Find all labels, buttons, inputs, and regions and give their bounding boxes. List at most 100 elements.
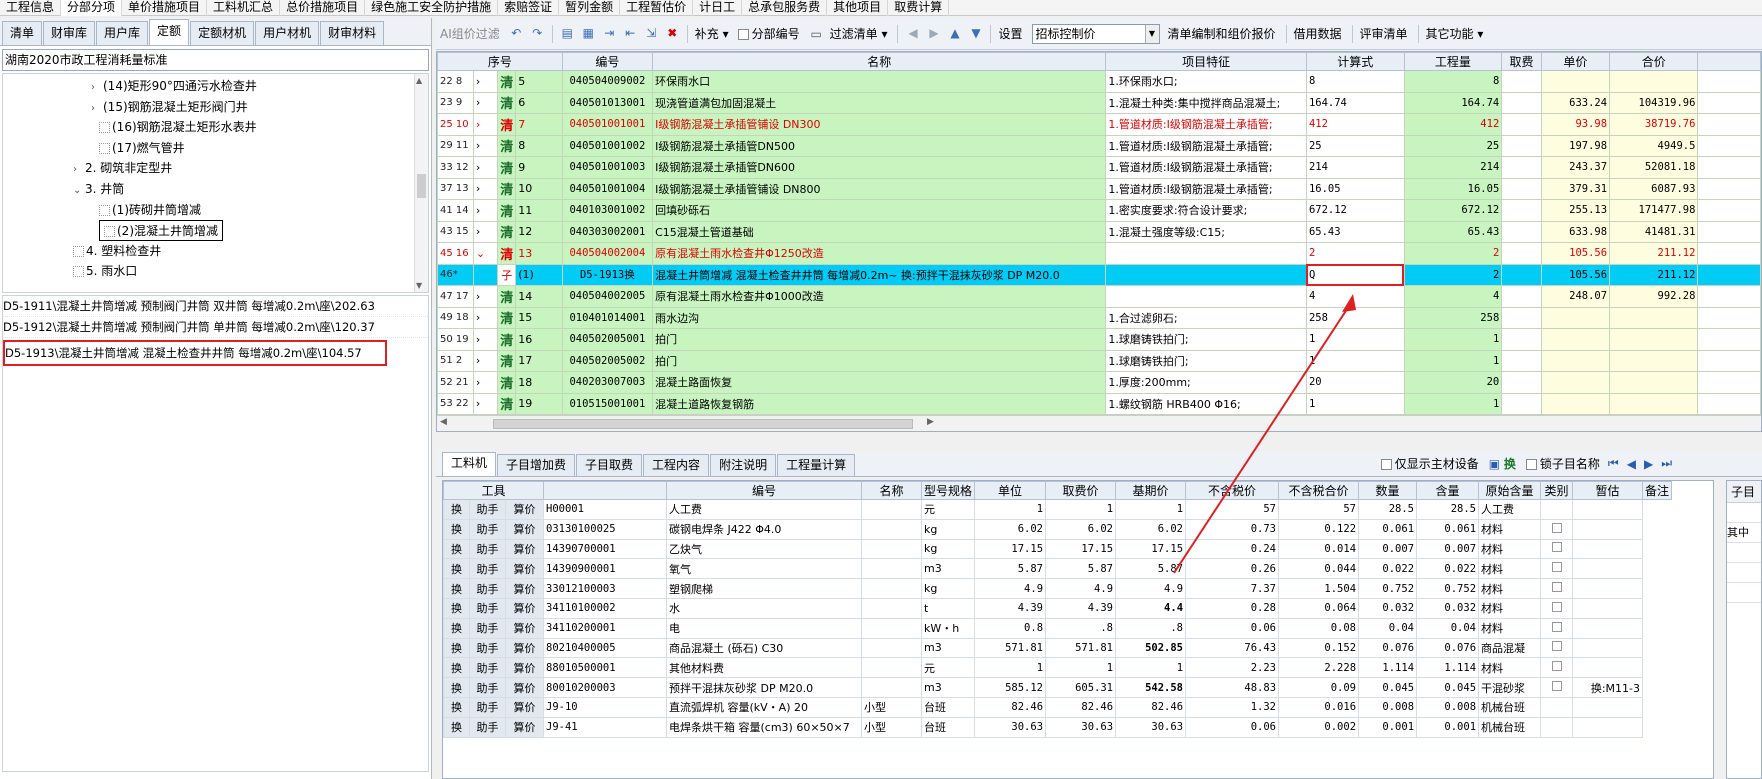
quota-list-item[interactable]: D5-1913\混凝土井筒增减 混凝土检查井井筒 每增减0.2m\座\104.5…	[3, 340, 387, 366]
resource-name[interactable]: 人工费	[666, 499, 862, 520]
formula-cell[interactable]: 65.43	[1305, 220, 1405, 243]
chevron-down-icon[interactable]: ⌄	[73, 180, 85, 201]
resource-row[interactable]: 换助手 算价 14390900001 氧气 m3 5.87 5.87 5.87 0.26 0.04…	[443, 558, 1672, 580]
swap-resource-button[interactable]: 换	[443, 677, 470, 698]
resource-spec[interactable]	[861, 578, 922, 599]
item-name[interactable]: 环保雨水口	[652, 70, 1107, 93]
item-code[interactable]: 040501001002	[561, 134, 654, 157]
fee-price[interactable]: 4.9	[974, 578, 1047, 599]
chevron-right-icon[interactable]: ›	[91, 77, 103, 98]
item-name[interactable]: 雨水边沟	[652, 306, 1107, 329]
quota-list-item[interactable]: D5-1912\混凝土井筒增减 预制阀门井筒 单井筒 每增减0.2m\座\120…	[3, 317, 428, 338]
top-menu-item[interactable]: 总承包服务费	[742, 0, 828, 16]
fee-cell[interactable]	[1501, 392, 1542, 415]
resource-content[interactable]: 0.04	[1358, 617, 1418, 639]
fee-cell[interactable]	[1501, 156, 1542, 179]
provisional-cell[interactable]	[1540, 637, 1574, 659]
price-excl-tax[interactable]: .8	[1115, 617, 1187, 639]
resource-name[interactable]: 商品混凝土 (砾石) C30	[666, 637, 862, 659]
quantity-cell[interactable]: 25	[1403, 134, 1503, 157]
resource-note[interactable]	[1572, 716, 1644, 738]
bill-hscrollbar[interactable]: ◀ ▶	[437, 415, 1761, 431]
resource-code[interactable]: 34110200001	[543, 617, 667, 639]
tree-node[interactable]: › 2. 砌筑非定型井	[73, 158, 172, 179]
resource-row[interactable]: 换助手 算价 14390700001 乙炔气 kg 17.15 17.15 17.15 0.24…	[443, 538, 1672, 560]
resource-note[interactable]	[1572, 597, 1644, 619]
resource-row[interactable]: 换助手 算价 80210400005 商品混凝土 (砾石) C30 m3 571.81 57…	[443, 637, 1672, 659]
helper-button[interactable]: 助手	[469, 597, 506, 619]
helper-button[interactable]: 助手	[469, 578, 506, 599]
arrow-left-icon[interactable]: ◀	[905, 26, 920, 41]
resource-spec[interactable]	[861, 558, 922, 580]
left-tab[interactable]: 财审库	[43, 21, 96, 45]
provisional-cell[interactable]	[1540, 538, 1574, 560]
item-code[interactable]: 040501001003	[561, 156, 654, 179]
formula-cell[interactable]: 25	[1305, 134, 1405, 157]
fee-cell[interactable]	[1501, 220, 1542, 243]
undo-icon[interactable]: ↶	[509, 26, 524, 41]
item-name[interactable]: Ⅰ级钢筋混凝土承插管DN500	[652, 134, 1107, 157]
bill-row[interactable]: 43 15 › 清 12 040303002001 C15混凝土管道基础 1.混凝土强度等级…	[437, 220, 1761, 243]
helper-button[interactable]: 助手	[469, 637, 506, 659]
resource-content[interactable]: 0.076	[1358, 637, 1418, 659]
item-code[interactable]: 040103001002	[561, 199, 654, 222]
resource-spec[interactable]: 小型	[861, 716, 922, 738]
item-code[interactable]: 040501001001	[561, 113, 654, 136]
resource-content[interactable]: 1.114	[1358, 657, 1418, 679]
ai-filter-button[interactable]: AI组价过滤	[440, 25, 500, 42]
base-price[interactable]: 1	[1045, 657, 1117, 679]
item-code[interactable]: 040501001004	[561, 177, 654, 200]
resource-note[interactable]: 换:M11-3	[1572, 677, 1644, 698]
scroll-down-icon[interactable]: ▼	[416, 281, 422, 290]
borrow-data-button[interactable]: 借用数据	[1294, 25, 1342, 42]
swap-resource-button[interactable]: 换	[443, 657, 470, 679]
fee-price[interactable]: 30.63	[974, 716, 1047, 738]
item-code[interactable]: 040502005002	[561, 349, 654, 372]
top-menu-item[interactable]: 工程暂估价	[620, 0, 694, 16]
base-price[interactable]: .8	[1045, 617, 1117, 639]
fee-cell[interactable]	[1501, 371, 1542, 394]
provisional-checkbox[interactable]	[1551, 522, 1562, 533]
bottom-tab[interactable]: 工程内容	[643, 454, 710, 476]
resource-spec[interactable]	[861, 657, 922, 679]
formula-cell[interactable]: 1	[1305, 349, 1405, 372]
item-name[interactable]: Ⅰ级钢筋混凝土承插管铺设 DN800	[652, 177, 1107, 200]
resource-spec[interactable]	[861, 597, 922, 619]
formula-cell[interactable]: 16.05	[1305, 177, 1405, 200]
item-features[interactable]: 1.混凝土种类:集中搅拌商品混凝土;	[1105, 91, 1307, 114]
formula-cell[interactable]: 20	[1305, 371, 1405, 394]
top-menu-item[interactable]: 取费计算	[888, 0, 950, 16]
tree-node[interactable]: › (15)钢筋混凝土矩形阀门井	[91, 97, 248, 118]
quantity-cell[interactable]: 16.05	[1403, 177, 1503, 200]
item-features[interactable]	[1105, 285, 1307, 308]
left-tab[interactable]: 财审材料	[320, 21, 385, 45]
calc-price-button[interactable]: 算价	[505, 716, 544, 738]
delete-icon[interactable]: ✖	[665, 26, 680, 41]
resource-code[interactable]: H00001	[543, 499, 667, 520]
resource-name[interactable]: 氧气	[666, 558, 862, 580]
resource-name[interactable]: 水	[666, 597, 862, 619]
top-menu-item[interactable]: 计日工	[693, 0, 743, 16]
resource-note[interactable]	[1572, 578, 1644, 599]
price-excl-tax[interactable]: 542.58	[1115, 677, 1187, 698]
quantity-cell[interactable]: 1	[1403, 349, 1503, 372]
calc-price-button[interactable]: 算价	[505, 696, 544, 718]
bill-row[interactable]: 53 22 › 清 19 010515001001 混凝土道路恢复钢筋 1.螺纹钢筋 HRB…	[437, 392, 1761, 415]
formula-cell[interactable]: 258	[1305, 306, 1405, 329]
resource-row[interactable]: 换助手 算价 03130100025 碳钢电焊条 J422 Φ4.0 kg 6.02 6.0…	[443, 518, 1672, 540]
formula-cell[interactable]: 2	[1305, 242, 1405, 265]
base-price[interactable]: 4.9	[1045, 578, 1117, 599]
bottom-tab[interactable]: 子目增加费	[497, 454, 576, 476]
fee-cell[interactable]	[1501, 328, 1542, 351]
quantity-cell[interactable]: 1	[1403, 392, 1503, 415]
formula-cell[interactable]: 1	[1305, 328, 1405, 351]
bill-row[interactable]: 29 11 › 清 8 040501001002 Ⅰ级钢筋混凝土承插管DN500 1.管道材…	[437, 134, 1761, 157]
bill-row[interactable]: 45 16 ⌄ 清 13 040504002004 原有混凝土雨水检查井Φ1250改造 2 2…	[437, 242, 1761, 265]
swap-resource-button[interactable]: 换	[443, 518, 470, 540]
resource-name[interactable]: 乙炔气	[666, 538, 862, 560]
bill-row[interactable]: 22 8 › 清 5 040504009002 环保雨水口 1.环保雨水口; 8 8	[437, 70, 1761, 93]
item-code[interactable]: 040504002005	[561, 285, 654, 308]
resource-row[interactable]: 换助手 算价 34110200001 电 kW・h 0.8.8.8 0.06 0.08 0.04…	[443, 617, 1672, 639]
top-menu-item[interactable]: 绿色施工安全防护措施	[365, 0, 499, 16]
item-name[interactable]: 原有混凝土雨水检查井Φ1250改造	[652, 242, 1107, 265]
